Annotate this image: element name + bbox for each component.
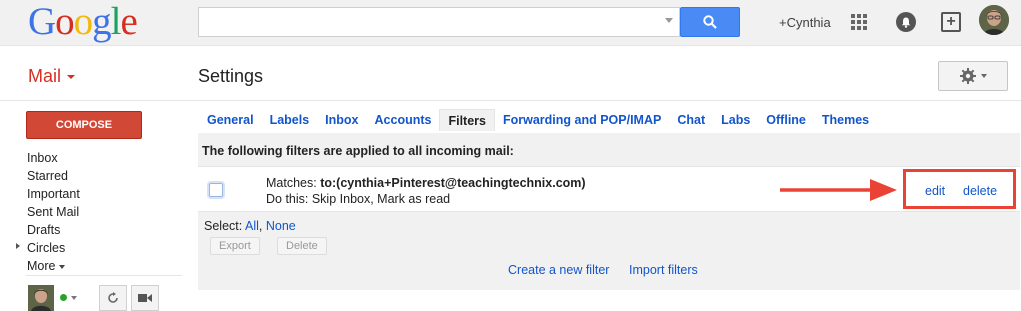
edit-filter-link[interactable]: edit <box>925 184 945 198</box>
tab-labels[interactable]: Labels <box>262 109 318 131</box>
search-button[interactable] <box>680 7 740 37</box>
share-plus-icon[interactable]: + <box>941 12 961 32</box>
nav-item-inbox[interactable]: Inbox <box>27 149 80 167</box>
user-name-link[interactable]: +Cynthia <box>779 15 831 30</box>
tab-labs[interactable]: Labs <box>713 109 758 131</box>
matches-query: to:(cynthia+Pinterest@teachingtechnix.co… <box>320 176 586 190</box>
import-filters-link[interactable]: Import filters <box>629 263 698 277</box>
nav-item-important[interactable]: Important <box>27 185 80 203</box>
search-icon <box>703 15 717 29</box>
nav-divider <box>26 275 182 276</box>
top-bar: Google +Cynthia + <box>0 0 1021 46</box>
filters-panel: The following filters are applied to all… <box>198 133 1020 290</box>
select-line: Select: All, None <box>204 219 296 233</box>
logo-letter: l <box>110 0 122 43</box>
avatar[interactable] <box>979 5 1009 35</box>
filter-matches: Matches: to:(cynthia+Pinterest@teachingt… <box>266 176 586 190</box>
create-filter-link[interactable]: Create a new filter <box>508 263 609 277</box>
logo-letter: G <box>28 0 56 43</box>
select-prefix: Select: <box>204 219 243 233</box>
filter-checkbox[interactable] <box>209 183 223 197</box>
chevron-down-icon[interactable] <box>67 75 75 79</box>
video-call-button[interactable] <box>131 285 159 311</box>
refresh-icon <box>108 292 118 303</box>
mail-menu[interactable]: Mail <box>28 66 61 87</box>
tab-accounts[interactable]: Accounts <box>367 109 440 131</box>
chevron-down-icon[interactable] <box>71 296 77 300</box>
gear-icon <box>959 68 976 84</box>
apps-grid-icon[interactable] <box>851 14 867 30</box>
settings-gear-button[interactable] <box>938 61 1008 91</box>
filter-action: Do this: Skip Inbox, Mark as read <box>266 192 451 206</box>
search-input[interactable] <box>198 7 680 37</box>
divider <box>0 100 1021 101</box>
tab-chat[interactable]: Chat <box>669 109 713 131</box>
chevron-down-icon <box>980 74 987 78</box>
logo-letter: o <box>73 0 93 43</box>
video-icon <box>138 294 152 302</box>
tab-inbox[interactable]: Inbox <box>317 109 366 131</box>
status-dot[interactable] <box>60 294 67 301</box>
nav-item-circles[interactable]: Circles <box>27 239 80 257</box>
nav-item-starred[interactable]: Starred <box>27 167 80 185</box>
google-logo[interactable]: Google <box>28 0 138 44</box>
delete-button[interactable]: Delete <box>277 237 327 255</box>
refresh-button[interactable] <box>99 285 127 311</box>
page-title: Settings <box>198 66 264 86</box>
nav-item-more[interactable]: More <box>27 257 80 275</box>
tab-offline[interactable]: Offline <box>758 109 814 131</box>
tab-themes[interactable]: Themes <box>814 109 877 131</box>
settings-tabs: General Labels Inbox Accounts Filters Fo… <box>199 109 877 131</box>
delete-filter-link[interactable]: delete <box>963 184 997 198</box>
filters-heading: The following filters are applied to all… <box>202 144 514 158</box>
tab-forwarding[interactable]: Forwarding and POP/IMAP <box>495 109 669 131</box>
nav-item-sent-mail[interactable]: Sent Mail <box>27 203 80 221</box>
nav-item-drafts[interactable]: Drafts <box>27 221 80 239</box>
select-all-link[interactable]: All <box>245 219 259 233</box>
select-separator: , <box>258 219 266 233</box>
notifications-icon[interactable] <box>896 12 916 32</box>
logo-letter: g <box>92 0 111 43</box>
nav-item-more-label: More <box>27 259 56 273</box>
tab-filters[interactable]: Filters <box>439 109 495 131</box>
matches-prefix: Matches: <box>266 176 317 190</box>
export-button[interactable]: Export <box>210 237 260 255</box>
highlight-box <box>903 169 1016 209</box>
chat-avatar[interactable] <box>28 285 54 311</box>
logo-letter: e <box>120 0 138 43</box>
arrow-annotation-icon <box>780 179 897 201</box>
chevron-down-icon <box>59 264 66 269</box>
filter-row: Matches: to:(cynthia+Pinterest@teachingt… <box>198 166 1020 212</box>
logo-letter: o <box>55 0 74 43</box>
select-none-link[interactable]: None <box>266 219 296 233</box>
nav-list: Inbox Starred Important Sent Mail Drafts… <box>27 149 80 275</box>
tab-general[interactable]: General <box>199 109 262 131</box>
search-options-caret[interactable] <box>665 18 673 23</box>
compose-button[interactable]: COMPOSE <box>26 111 142 139</box>
expand-arrow-icon[interactable] <box>16 243 20 249</box>
